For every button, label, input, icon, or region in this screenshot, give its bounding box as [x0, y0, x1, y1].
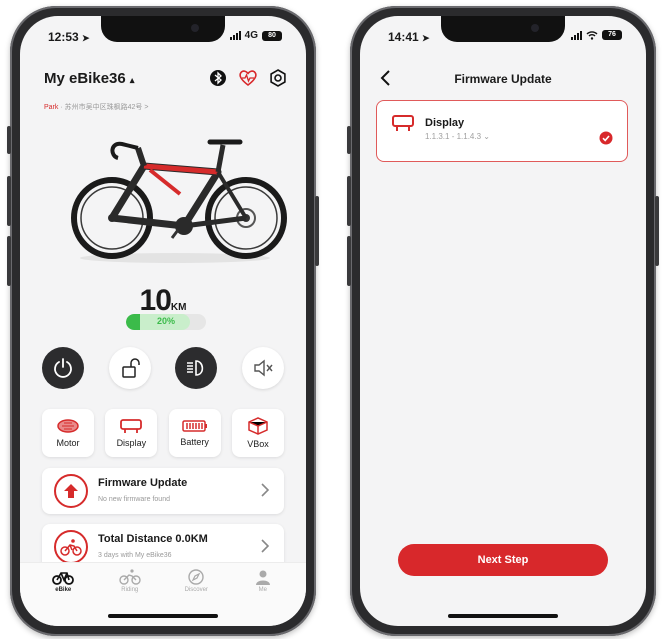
display-icon	[392, 115, 414, 131]
vbox-icon	[248, 417, 268, 435]
nav-bar: Firmware Update	[360, 68, 646, 90]
speaker-mute-icon	[254, 359, 273, 377]
tile-display[interactable]: Display	[105, 409, 158, 457]
battery-icon	[181, 420, 207, 432]
headlight-icon	[187, 360, 204, 376]
wifi-icon	[586, 31, 598, 40]
card-subtitle: 3 days with My eBike36	[98, 552, 172, 559]
tab-label: Discover	[184, 587, 208, 593]
tile-label: Display	[116, 438, 147, 448]
status-time: 12:53 ➤	[48, 30, 90, 44]
battery-status-icon: 76	[602, 30, 622, 40]
tab-ebike[interactable]: eBike	[38, 569, 88, 593]
signal-icon	[229, 31, 241, 40]
tab-label: Me	[258, 587, 267, 593]
range-readout: 10KM	[20, 284, 306, 318]
person-icon	[255, 570, 270, 585]
next-step-button[interactable]: Next Step	[398, 544, 608, 576]
status-bar: 12:53 ➤ 4G 80	[20, 30, 306, 48]
motor-icon	[57, 419, 79, 433]
check-circle-icon[interactable]	[599, 131, 613, 145]
card-title: Firmware Update	[98, 477, 188, 489]
screen: 14:41 ➤ 76 Firmware Update Display 1.1.3…	[360, 16, 646, 626]
battery-level-bar: 20%	[126, 314, 206, 330]
card-title: Total Distance 0.0KM	[98, 533, 208, 545]
display-icon	[120, 419, 143, 433]
upload-arrow-icon	[54, 474, 88, 508]
app-header: My eBike36 ▴	[44, 68, 288, 92]
tab-discover[interactable]: Discover	[171, 569, 221, 593]
firmware-update-card[interactable]: Firmware Update No new firmware found	[42, 468, 284, 514]
cyclist-icon	[54, 530, 88, 564]
range-unit: KM	[170, 302, 187, 313]
tile-vbox[interactable]: VBox	[231, 409, 284, 457]
card-subtitle: No new firmware found	[98, 496, 170, 503]
phone-right: 14:41 ➤ 76 Firmware Update Display 1.1.3…	[347, 6, 659, 636]
firmware-item-display[interactable]: Display 1.1.3.1 - 1.1.4.3 ⌄	[376, 100, 628, 162]
device-tiles: Motor Display Battery VBox	[42, 409, 284, 457]
tile-battery[interactable]: Battery	[168, 409, 221, 457]
battery-status-icon: 80	[262, 30, 282, 41]
power-button[interactable]	[42, 347, 84, 389]
range-value: 10	[139, 284, 172, 317]
firmware-version-range[interactable]: 1.1.3.1 - 1.1.4.3 ⌄	[425, 132, 490, 141]
rider-icon	[119, 569, 141, 585]
signal-icon	[571, 30, 582, 40]
battery-percent-label: 20%	[156, 316, 175, 326]
location-tag: Park	[44, 104, 59, 111]
home-indicator[interactable]	[108, 614, 218, 618]
settings-gear-icon[interactable]	[268, 68, 288, 88]
location-address: · 苏州市吴中区珠枫路42号 >	[60, 104, 149, 111]
firmware-item-name: Display	[425, 117, 465, 129]
bluetooth-icon[interactable]	[208, 68, 228, 88]
chevron-right-icon	[261, 483, 270, 497]
bike-icon	[52, 572, 75, 585]
status-time: 14:41 ➤	[388, 30, 430, 44]
tab-label: Riding	[121, 587, 139, 593]
headlight-button[interactable]	[175, 347, 218, 389]
page-title: Firmware Update	[454, 72, 552, 86]
tab-me[interactable]: Me	[238, 569, 288, 593]
tab-riding[interactable]: Riding	[105, 569, 155, 593]
phone-left: 12:53 ➤ 4G 80 My eBike36 ▴ Park · 苏州市吴中区…	[7, 6, 319, 636]
bike-image	[60, 120, 290, 265]
chevron-right-icon	[261, 539, 270, 553]
home-indicator[interactable]	[448, 614, 558, 618]
screen: 12:53 ➤ 4G 80 My eBike36 ▴ Park · 苏州市吴中区…	[20, 16, 306, 626]
tab-bar: eBike Riding Discover Me	[20, 562, 306, 626]
lock-button[interactable]	[108, 347, 151, 389]
control-buttons	[42, 347, 284, 391]
compass-icon	[188, 569, 204, 585]
location-breadcrumb[interactable]: Park · 苏州市吴中区珠枫路42号 >	[44, 102, 148, 112]
unlock-icon	[121, 358, 140, 378]
network-label: 4G	[244, 30, 258, 41]
tile-label: VBox	[247, 439, 269, 449]
status-bar: 14:41 ➤ 76	[360, 30, 646, 48]
tile-motor[interactable]: Motor	[42, 409, 94, 457]
tab-label: eBike	[55, 587, 72, 593]
power-icon	[54, 358, 72, 378]
heart-rate-icon[interactable]	[238, 68, 258, 88]
tile-label: Motor	[56, 438, 80, 448]
mute-button[interactable]	[241, 347, 284, 389]
page-title[interactable]: My eBike36 ▴	[44, 70, 134, 87]
tile-label: Battery	[180, 437, 209, 447]
